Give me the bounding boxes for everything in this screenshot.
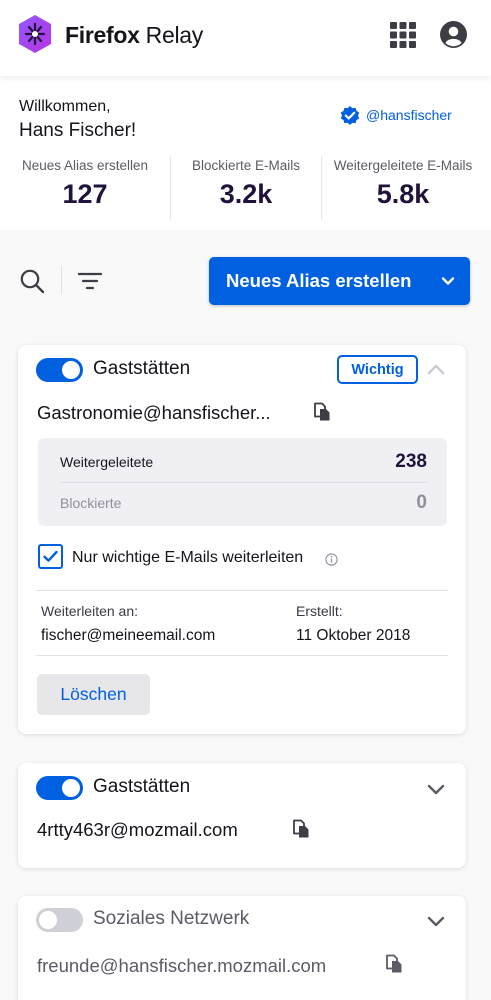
app-title[interactable]: Firefox Relay bbox=[65, 22, 203, 49]
copy-icon[interactable] bbox=[291, 819, 311, 839]
chevron-down-icon[interactable] bbox=[426, 779, 446, 799]
new-alias-button[interactable]: Neues Alias erstellen bbox=[209, 257, 470, 305]
divider bbox=[36, 590, 448, 591]
forward-to-label: Weiterleiten an: bbox=[41, 603, 139, 619]
info-icon[interactable] bbox=[325, 553, 338, 566]
stat-label: Neues Alias erstellen bbox=[21, 158, 149, 173]
blocked-label: Blockierte bbox=[60, 495, 122, 511]
chevron-up-icon[interactable] bbox=[426, 360, 446, 380]
alias-card: Gaststätten Wichtig Gastronomie@hansfisc… bbox=[18, 345, 466, 734]
blocked-count: 0 bbox=[416, 492, 427, 513]
created-label: Erstellt: bbox=[296, 603, 343, 619]
toggle-knob bbox=[62, 779, 80, 797]
user-circle-icon[interactable] bbox=[440, 21, 467, 48]
alias-label[interactable]: Soziales Netzwerk bbox=[93, 908, 249, 930]
alias-card: Gaststätten 4rtty463r@mozmail.com bbox=[18, 763, 466, 868]
verified-badge-icon bbox=[340, 106, 360, 125]
alias-stats: Weitergeleitete 238 Blockierte 0 bbox=[38, 438, 447, 526]
stat-value: 127 bbox=[62, 179, 108, 209]
divider bbox=[36, 655, 448, 656]
relay-logo-icon[interactable] bbox=[17, 14, 53, 54]
forwarded-label: Weitergeleitete bbox=[60, 454, 154, 470]
delete-button[interactable]: Löschen bbox=[37, 674, 150, 715]
alias-card: Soziales Netzwerk freunde@hansfischer.mo… bbox=[18, 896, 466, 1000]
divider bbox=[321, 156, 322, 220]
alias-address: freunde@hansfischer.mozmail.com bbox=[37, 955, 327, 976]
stat-value: 5.8k bbox=[376, 179, 430, 209]
important-only-label[interactable]: Nur wichtige E-Mails weiterleiten bbox=[72, 549, 303, 567]
toggle-knob bbox=[62, 361, 80, 379]
alias-enabled-toggle[interactable] bbox=[36, 908, 83, 932]
toggle-knob bbox=[39, 911, 57, 929]
important-only-checkbox[interactable] bbox=[38, 544, 63, 569]
copy-icon[interactable] bbox=[384, 954, 404, 974]
chevron-down-icon bbox=[441, 277, 455, 285]
alias-label[interactable]: Gaststätten bbox=[93, 776, 190, 798]
stat-label: Weitergeleitete E-Mails bbox=[333, 158, 473, 173]
alias-address: 4rtty463r@mozmail.com bbox=[37, 819, 238, 840]
grid-icon[interactable] bbox=[390, 22, 416, 48]
stat-value: 3.2k bbox=[219, 179, 273, 209]
copy-icon[interactable] bbox=[312, 402, 332, 422]
divider bbox=[170, 156, 171, 220]
new-alias-button-label: Neues Alias erstellen bbox=[226, 270, 412, 291]
checkmark-icon bbox=[43, 550, 58, 562]
alias-address: Gastronomie@hansfischer... bbox=[37, 402, 271, 423]
forward-to-address: fischer@meineemail.com bbox=[41, 627, 216, 644]
blocked-row: Blockierte 0 bbox=[60, 483, 427, 523]
created-date: 11 Oktober 2018 bbox=[296, 627, 411, 644]
alias-label[interactable]: Gaststätten bbox=[93, 358, 190, 380]
chevron-down-icon[interactable] bbox=[426, 911, 446, 931]
stat-forwarded: Weitergeleitete E-Mails 5.8k bbox=[324, 158, 482, 210]
stat-aliases: Neues Alias erstellen 127 bbox=[10, 158, 160, 210]
user-handle[interactable]: @hansfischer bbox=[366, 107, 452, 123]
toolbar-divider bbox=[61, 266, 62, 294]
important-badge[interactable]: Wichtig bbox=[337, 355, 418, 384]
profile-panel: Willkommen, Hans Fischer! @hansfischer N… bbox=[0, 76, 491, 230]
forwarded-count: 238 bbox=[395, 451, 427, 472]
user-name: Hans Fischer! bbox=[19, 120, 137, 141]
alias-enabled-toggle[interactable] bbox=[36, 358, 83, 382]
alias-enabled-toggle[interactable] bbox=[36, 776, 83, 800]
stat-blocked: Blockierte E-Mails 3.2k bbox=[172, 158, 320, 210]
search-icon[interactable] bbox=[19, 268, 45, 294]
filter-icon[interactable] bbox=[78, 270, 102, 292]
forwarded-row: Weitergeleitete 238 bbox=[60, 442, 427, 482]
welcome-text: Willkommen, bbox=[19, 98, 111, 115]
stat-label: Blockierte E-Mails bbox=[191, 158, 301, 173]
top-bar: Firefox Relay bbox=[0, 0, 491, 76]
